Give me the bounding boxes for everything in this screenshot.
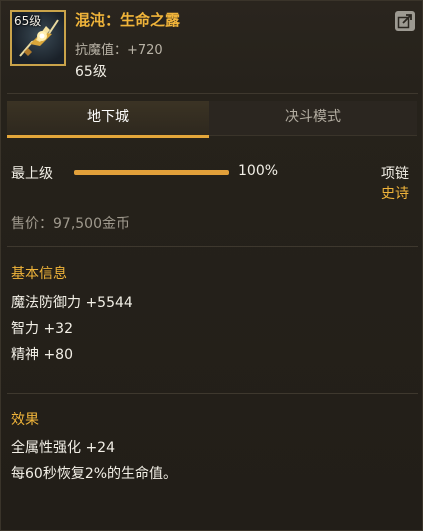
upgrade-level-row: 最上级 100% 项链 史诗 [1, 151, 423, 211]
item-stat: 抗魔值：+720 [75, 43, 163, 58]
item-header: 65级 混沌：生命之露 抗魔值：+720 65级 [1, 1, 423, 87]
level-progress-fill [74, 170, 229, 175]
basic-info-title: 基本信息 [11, 266, 67, 282]
effect-line: 全属性强化 +24 [11, 440, 115, 456]
share-button[interactable] [395, 11, 415, 31]
item-level: 65级 [75, 64, 107, 80]
divider [7, 93, 418, 94]
item-name: 混沌：生命之露 [75, 11, 181, 29]
level-progress-bar [74, 170, 229, 175]
tab-dungeon[interactable]: 地下城 [7, 101, 209, 138]
level-label: 最上级 [11, 166, 53, 182]
basic-stat-line: 精神 +80 [11, 347, 73, 363]
share-icon [397, 14, 412, 29]
basic-stat-line: 魔法防御力 +5544 [11, 295, 133, 311]
equipment-slot: 项链 [381, 166, 409, 182]
level-percent: 100% [238, 163, 279, 179]
tab-pvp[interactable]: 决斗模式 [209, 101, 417, 136]
divider [7, 393, 418, 394]
item-tooltip: 65级 混沌：生命之露 抗魔值：+720 65级 地下城 决斗模式 最上级 10… [0, 0, 423, 531]
necklace-icon: 65级 [10, 10, 66, 66]
mode-tabs: 地下城 决斗模式 [1, 101, 423, 138]
effect-line: 每60秒恢复2%的生命值。 [11, 466, 178, 482]
rarity-label: 史诗 [381, 186, 409, 202]
sell-price: 售价：97,500金币 [11, 216, 130, 232]
icon-level-badge: 65级 [14, 14, 42, 28]
basic-stat-line: 智力 +32 [11, 321, 73, 337]
effects-title: 效果 [11, 412, 39, 428]
divider [7, 246, 418, 247]
